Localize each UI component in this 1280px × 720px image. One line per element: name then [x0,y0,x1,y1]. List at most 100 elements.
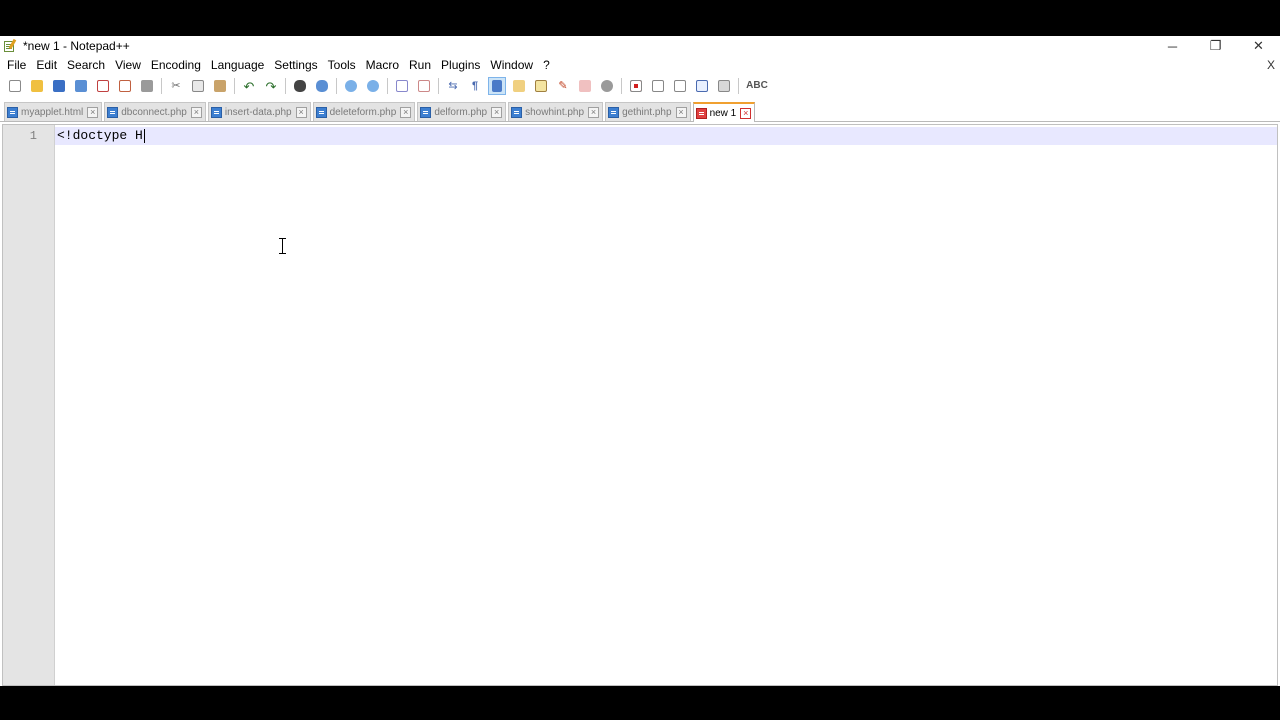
indent-guide-icon[interactable] [488,77,506,95]
title-bar: *new 1 - Notepad++ ─ ❐ ✕ [0,36,1280,56]
paste-icon[interactable] [211,77,229,95]
text-editor[interactable]: 1 <!doctype H [2,124,1278,686]
toolbar-separator [438,78,439,94]
tab-label: deleteform.php [329,106,397,118]
menu-bar: File Edit Search View Encoding Language … [0,56,1280,75]
tab-label: myapplet.html [21,106,84,118]
close-file-icon[interactable] [94,77,112,95]
toolbar-separator [738,78,739,94]
print-icon[interactable] [138,77,156,95]
toolbar-separator [621,78,622,94]
close-document-button[interactable]: X [1267,58,1275,72]
show-all-characters-icon[interactable]: ¶ [466,77,484,95]
replace-icon[interactable] [313,77,331,95]
letterbox-top [0,0,1280,36]
word-wrap-icon[interactable]: ⇆ [444,77,462,95]
playback-macro-icon[interactable] [671,77,689,95]
sync-vertical-icon[interactable] [393,77,411,95]
tab-close-icon[interactable]: × [675,106,687,118]
menu-search[interactable]: Search [62,56,110,75]
tab-deleteform-php[interactable]: deleteform.php × [312,102,416,121]
tab-label: gethint.php [622,106,672,118]
menu-view[interactable]: View [110,56,146,75]
tab-close-icon[interactable]: × [190,106,202,118]
redo-icon[interactable]: ↷ [262,77,280,95]
zoom-in-icon[interactable] [342,77,360,95]
find-icon[interactable] [291,77,309,95]
menu-language[interactable]: Language [206,56,269,75]
line-number-gutter: 1 [3,125,55,685]
line-number: 1 [29,129,37,143]
tab-close-icon[interactable]: × [87,106,99,118]
stop-recording-icon[interactable] [649,77,667,95]
tab-close-icon[interactable]: × [588,106,600,118]
file-saved-icon [315,106,327,118]
function-list-icon[interactable] [532,77,550,95]
file-unsaved-icon [695,107,707,119]
save-macro-icon[interactable] [715,77,733,95]
tab-close-icon[interactable]: × [295,106,307,118]
file-saved-icon [511,106,523,118]
file-saved-icon [608,106,620,118]
tab-label: delform.php [434,106,488,118]
menu-file[interactable]: File [2,56,31,75]
toolbar: ✂ ↶ ↷ ⇆ ¶ ✎ ABC [0,75,1280,97]
menu-run[interactable]: Run [404,56,436,75]
file-saved-icon [420,106,432,118]
tab-label: new 1 [709,107,737,119]
tab-delform-php[interactable]: delform.php × [417,102,507,121]
save-icon[interactable] [50,77,68,95]
user-language-icon[interactable] [598,77,616,95]
window-controls: ─ ❐ ✕ [1151,36,1280,56]
minimize-button[interactable]: ─ [1151,36,1194,56]
notepadpp-app-icon [3,38,17,53]
tab-dbconnect-php[interactable]: dbconnect.php × [104,102,206,121]
window-title: *new 1 - Notepad++ [23,39,130,53]
cut-icon[interactable]: ✂ [167,77,185,95]
open-file-icon[interactable] [28,77,46,95]
tab-label: insert-data.php [224,106,292,118]
record-macro-icon[interactable] [627,77,645,95]
tab-label: showhint.php [525,106,585,118]
notepadpp-window: *new 1 - Notepad++ ─ ❐ ✕ File Edit Searc… [0,36,1280,686]
folder-as-workspace-icon[interactable]: ✎ [554,77,572,95]
menu-macro[interactable]: Macro [361,56,404,75]
spellcheck-icon[interactable]: ABC [744,77,770,95]
document-tab-bar: myapplet.html × dbconnect.php × insert-d… [0,102,1280,122]
menu-tools[interactable]: Tools [323,56,361,75]
tab-gethint-php[interactable]: gethint.php × [605,102,691,121]
tab-myapplet-html[interactable]: myapplet.html × [4,102,103,121]
copy-icon[interactable] [189,77,207,95]
monitoring-icon[interactable] [576,77,594,95]
save-all-icon[interactable] [72,77,90,95]
tab-new-1[interactable]: new 1 × [692,102,756,122]
close-button[interactable]: ✕ [1237,36,1280,56]
file-saved-icon [210,106,222,118]
menu-edit[interactable]: Edit [31,56,62,75]
toolbar-separator [387,78,388,94]
new-file-icon[interactable] [6,77,24,95]
tab-label: dbconnect.php [121,106,187,118]
code-line[interactable]: <!doctype H [57,128,145,143]
tab-showhint-php[interactable]: showhint.php × [508,102,604,121]
toolbar-separator [234,78,235,94]
restore-button[interactable]: ❐ [1194,36,1237,56]
close-all-icon[interactable] [116,77,134,95]
tab-insert-data-php[interactable]: insert-data.php × [207,102,311,121]
menu-window[interactable]: Window [485,56,538,75]
tab-close-icon[interactable]: × [400,106,412,118]
menu-help[interactable]: ? [538,56,555,75]
zoom-out-icon[interactable] [364,77,382,95]
toolbar-separator [161,78,162,94]
menu-settings[interactable]: Settings [269,56,322,75]
run-macro-multiple-icon[interactable] [693,77,711,95]
menu-plugins[interactable]: Plugins [436,56,485,75]
toolbar-separator [285,78,286,94]
file-saved-icon [107,106,119,118]
document-map-icon[interactable] [510,77,528,95]
undo-icon[interactable]: ↶ [240,77,258,95]
sync-horizontal-icon[interactable] [415,77,433,95]
tab-close-icon[interactable]: × [491,106,503,118]
menu-encoding[interactable]: Encoding [146,56,206,75]
tab-close-icon[interactable]: × [740,107,752,119]
